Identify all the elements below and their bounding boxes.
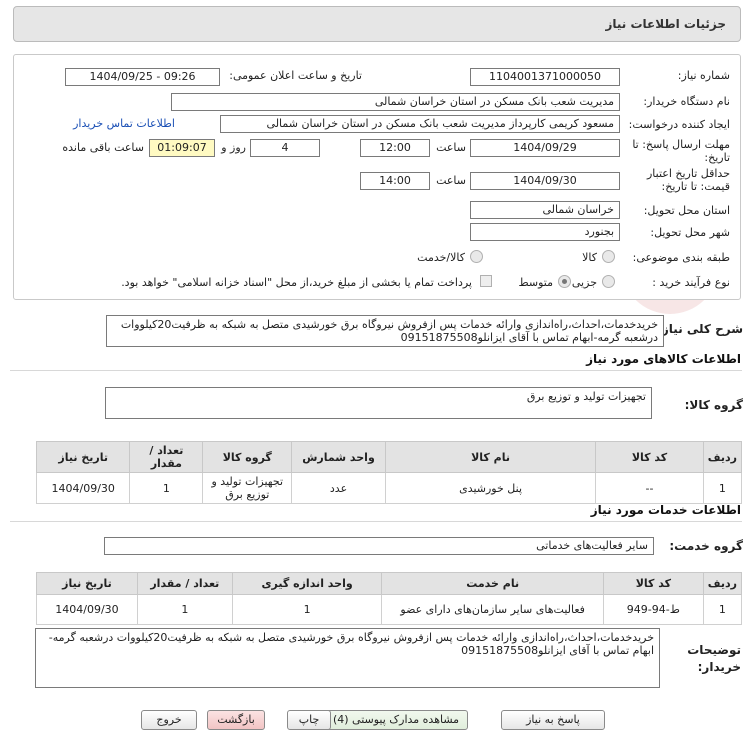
need-number-field: 1104001371000050 (470, 68, 620, 86)
back-button[interactable]: بازگشت (207, 710, 265, 730)
services-col-date: تاریخ نیاز (36, 572, 138, 595)
services-cell-code: ط-94-949 (602, 594, 704, 625)
deadline-label-2: تاریخ: (704, 151, 730, 164)
category-label: طبقه بندی موضوعی: (632, 251, 730, 264)
goods-col-code: کد کالا (595, 441, 704, 473)
announce-field: 1404/09/25 - 09:26 (65, 68, 220, 86)
goods-group-label: گروه کالا: (684, 398, 743, 412)
services-col-row: ردیف (702, 572, 743, 595)
reply-button[interactable]: پاسخ به نیاز (501, 710, 605, 730)
services-group-field: سایر فعالیت‌های خدماتی (104, 537, 654, 555)
need-info-panel: شماره نیاز: 1104001371000050 تاریخ و ساع… (13, 54, 741, 300)
buyer-notes-text: خریدخدمات،احداث،راه‌اندازی وارائه خدمات … (35, 628, 660, 688)
city-field: بجنورد (470, 223, 620, 241)
goods-cell-group: تجهیزات تولید و توزیع برق (202, 472, 293, 504)
need-number-label: شماره نیاز: (677, 69, 730, 82)
goods-col-qty: تعداد / مقدار (129, 441, 204, 473)
goods-col-unit: واحد شمارش (291, 441, 386, 473)
summary-text: خریدخدمات،احداث،راه‌اندازی وارائه خدمات … (106, 315, 664, 347)
goods-col-group: گروه کالا (202, 441, 293, 473)
process-radio-minor[interactable] (602, 275, 615, 288)
requester-label: ایجاد کننده درخواست: (628, 118, 730, 131)
view-attachments-button[interactable]: مشاهده مدارک پیوستی (4) (324, 710, 468, 730)
deadline-time-label: ساعت (436, 141, 466, 154)
goods-col-row: ردیف (702, 441, 743, 473)
services-group-label: گروه خدمت: (669, 539, 743, 553)
province-label: استان محل تحویل: (643, 204, 730, 217)
days-label: روز و (221, 141, 246, 154)
need-details-page: جزئیات اطلاعات نیاز شماره نیاز: 11040013… (0, 0, 755, 747)
services-cell-date: 1404/09/30 (36, 594, 138, 625)
goods-cell-unit: عدد (291, 472, 386, 504)
category-option-goods-service: کالا/خدمت (417, 251, 465, 264)
services-col-name: نام خدمت (381, 572, 604, 595)
services-col-unit: واحد اندازه گیری (231, 572, 383, 595)
province-field: خراسان شمالی (470, 201, 620, 219)
goods-group-field: تجهیزات تولید و توزیع برق (105, 387, 652, 419)
goods-col-name: نام کالا (384, 441, 597, 473)
services-cell-qty: 1 (136, 594, 233, 625)
validity-time-label: ساعت (436, 174, 466, 187)
deadline-label-1: مهلت ارسال پاسخ: تا (632, 138, 730, 151)
services-section-title: اطلاعات خدمات مورد نیاز (590, 503, 741, 517)
remaining-time-field: 01:09:07 (149, 139, 215, 157)
goods-cell-code: -- (595, 472, 704, 504)
summary-label: شرح کلی نیاز: (657, 322, 743, 336)
validity-date-field: 1404/09/30 (470, 172, 620, 190)
exit-button[interactable]: خروج (141, 710, 197, 730)
goods-col-date: تاریخ نیاز (35, 441, 131, 473)
services-col-code: کد کالا (602, 572, 704, 595)
goods-cell-row: 1 (702, 472, 743, 504)
goods-section-divider (10, 370, 742, 371)
buyer-contact-link[interactable]: اطلاعات تماس خریدار (73, 117, 175, 130)
services-col-qty: تعداد / مقدار (136, 572, 233, 595)
goods-cell-date: 1404/09/30 (35, 472, 131, 504)
services-section-divider (10, 521, 742, 522)
services-table: ردیف کد کالا نام خدمت واحد اندازه گیری ت… (36, 572, 743, 625)
process-option-minor: جزیی (571, 276, 597, 289)
category-radio-goods[interactable] (602, 250, 615, 263)
city-label: شهر محل تحویل: (650, 226, 730, 239)
process-radio-medium[interactable] (558, 275, 571, 288)
process-label: نوع فرآیند خرید : (652, 276, 730, 289)
buyer-org-field: مدیریت شعب بانک مسکن در استان خراسان شما… (171, 93, 620, 111)
remaining-label: ساعت باقی مانده (62, 141, 144, 154)
announce-label: تاریخ و ساعت اعلان عمومی: (229, 69, 362, 82)
deadline-date-field: 1404/09/29 (470, 139, 620, 157)
goods-cell-name: پنل خورشیدی (384, 472, 597, 504)
goods-table-header: ردیف کد کالا نام کالا واحد شمارش گروه کا… (35, 441, 743, 473)
buyer-org-label: نام دستگاه خریدار: (643, 95, 730, 108)
services-cell-name: فعالیت‌های سایر سازمان‌های دارای عضو (381, 594, 604, 625)
services-table-header: ردیف کد کالا نام خدمت واحد اندازه گیری ت… (36, 572, 743, 595)
table-row: 1 ط-94-949 فعالیت‌های سایر سازمان‌های دا… (36, 594, 743, 625)
buyer-notes-label-2: خریدار: (697, 660, 741, 674)
payment-treasury-checkbox[interactable] (480, 275, 492, 287)
goods-table: ردیف کد کالا نام کالا واحد شمارش گروه کا… (35, 441, 743, 504)
category-radio-goods-service[interactable] (470, 250, 483, 263)
services-cell-unit: 1 (231, 594, 383, 625)
validity-time-field: 14:00 (360, 172, 430, 190)
validity-label-2: قیمت: تا تاریخ: (661, 180, 730, 193)
requester-field: مسعود کریمی کارپرداز مدیریت شعب بانک مسک… (220, 115, 620, 133)
page-header: جزئیات اطلاعات نیاز (13, 6, 741, 42)
deadline-time-field: 12:00 (360, 139, 430, 157)
buyer-notes-label-1: توضیحات (687, 643, 741, 657)
days-remaining-field: 4 (250, 139, 320, 157)
services-cell-row: 1 (702, 594, 743, 625)
payment-treasury-text: پرداخت تمام یا بخشی از مبلغ خرید،از محل … (121, 276, 472, 289)
validity-label-1: حداقل تاریخ اعتبار (646, 167, 730, 180)
goods-section-title: اطلاعات کالاهای مورد نیاز (586, 352, 741, 366)
page-title: جزئیات اطلاعات نیاز (605, 17, 726, 31)
table-row: 1 -- پنل خورشیدی عدد تجهیزات تولید و توز… (35, 472, 743, 504)
print-button[interactable]: چاپ (287, 710, 331, 730)
goods-cell-qty: 1 (129, 472, 204, 504)
process-option-medium: متوسط (518, 276, 553, 289)
category-option-goods: کالا (582, 251, 597, 264)
